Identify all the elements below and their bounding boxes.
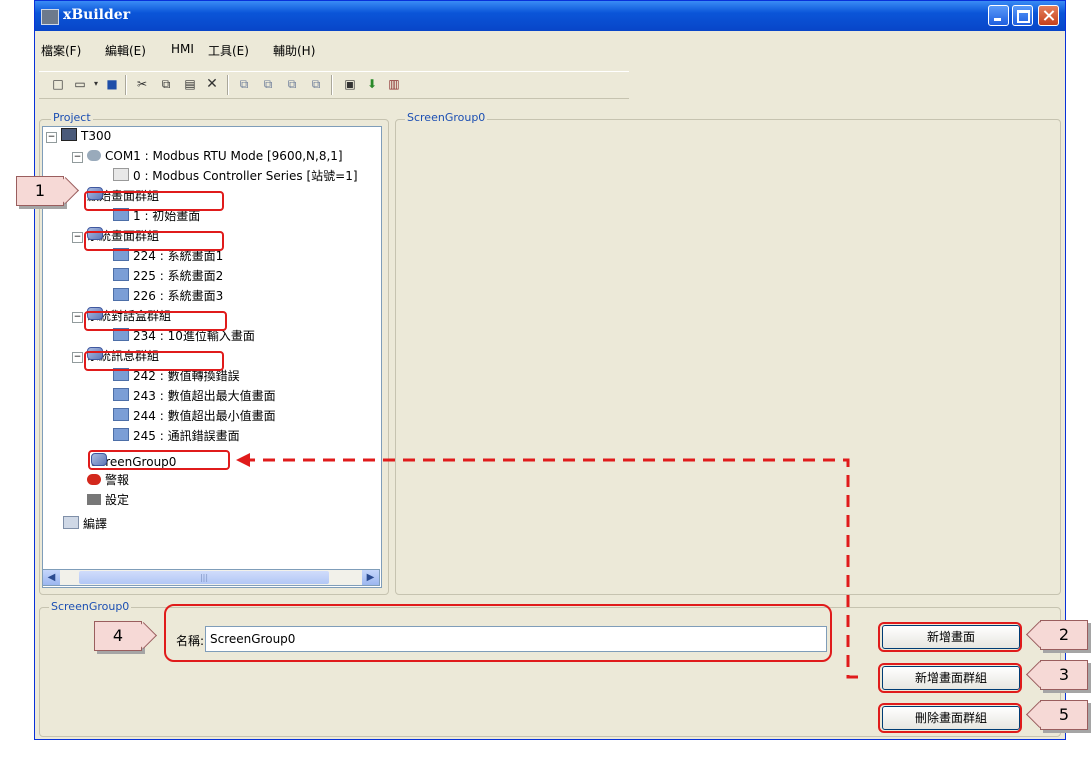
callout-2: 2: [1040, 620, 1088, 650]
callout-4: 4: [94, 621, 142, 651]
callout-1: 1: [16, 176, 64, 206]
callout-3: 3: [1040, 660, 1088, 690]
dashed-arrow: [236, 453, 858, 679]
callout-5: 5: [1040, 700, 1088, 730]
